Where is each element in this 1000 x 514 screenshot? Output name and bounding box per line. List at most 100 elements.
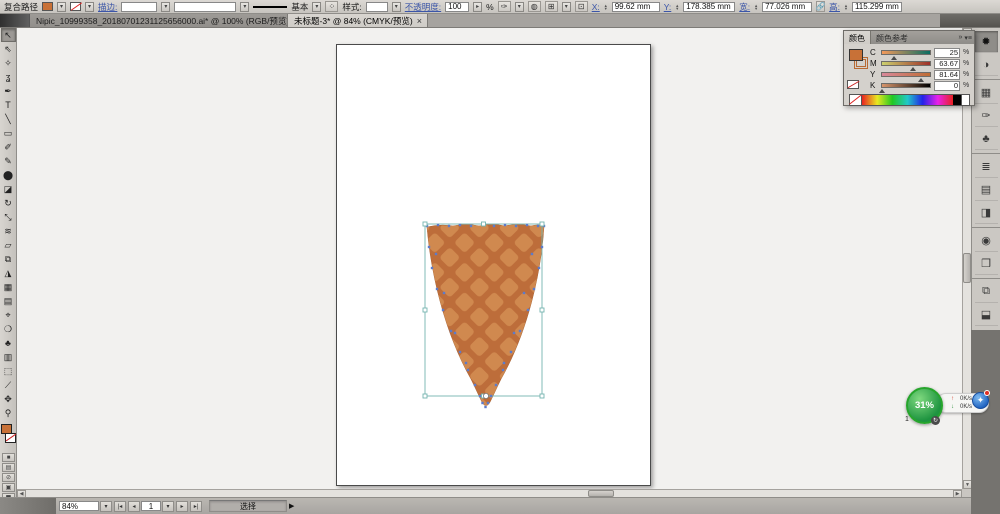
- stroke-weight-field[interactable]: [121, 1, 158, 12]
- zoom-tool-icon[interactable]: ⚲: [1, 406, 16, 420]
- width-tool-icon[interactable]: ≋: [1, 224, 16, 238]
- opacity-dropdown-icon[interactable]: ▸: [473, 1, 483, 12]
- artboard-dropdown-icon[interactable]: ▾: [162, 500, 174, 512]
- lasso-tool-icon[interactable]: ʓ: [1, 70, 16, 84]
- stroke-weight-dropdown-icon[interactable]: ▾: [161, 1, 171, 12]
- layers-panel-icon[interactable]: ⧉: [974, 281, 998, 303]
- magenta-value-field[interactable]: 63.67: [934, 58, 960, 69]
- spectrum-white-swatch[interactable]: [961, 95, 969, 105]
- spectrum-none-swatch[interactable]: [850, 95, 862, 105]
- magic-wand-tool-icon[interactable]: ✧: [1, 56, 16, 70]
- eraser-tool-icon[interactable]: ◪: [1, 182, 16, 196]
- cyan-slider[interactable]: [881, 50, 931, 60]
- yellow-slider[interactable]: [881, 72, 931, 82]
- cone-shape[interactable]: [426, 224, 545, 406]
- color-mode-button[interactable]: ■: [2, 453, 15, 462]
- symbol-sprayer-tool-icon[interactable]: ♣: [1, 336, 16, 350]
- horizontal-scrollbar[interactable]: ◀ ▶: [17, 489, 962, 498]
- color-guide-panel-icon[interactable]: ◑: [974, 54, 998, 76]
- type-tool-icon[interactable]: T: [1, 98, 16, 112]
- height-spinner[interactable]: ▲ ▼: [844, 3, 848, 10]
- graphic-styles-panel-icon[interactable]: ❒: [974, 253, 998, 275]
- artboard-tool-icon[interactable]: ⬚: [1, 364, 16, 378]
- waffle-cone-artwork[interactable]: [420, 213, 552, 415]
- next-artboard-icon[interactable]: ▸: [176, 500, 188, 512]
- free-transform-tool-icon[interactable]: ▱: [1, 238, 16, 252]
- color-panel-icon[interactable]: ✹: [974, 31, 998, 53]
- artboards-panel-icon[interactable]: ⬓: [974, 304, 998, 326]
- panel-collapse-icon[interactable]: »: [958, 34, 962, 41]
- canvas-pasteboard[interactable]: [17, 28, 962, 489]
- height-label[interactable]: 高:: [829, 1, 840, 13]
- width-profile-field[interactable]: [174, 1, 237, 12]
- swatches-panel-icon[interactable]: ▦: [974, 82, 998, 104]
- rotate-tool-icon[interactable]: ↻: [1, 196, 16, 210]
- line-segment-tool-icon[interactable]: ╲: [1, 112, 16, 126]
- fill-stroke-indicator[interactable]: [1, 424, 16, 450]
- gradient-panel-icon[interactable]: ▤: [974, 179, 998, 201]
- style-field[interactable]: [365, 1, 388, 12]
- gradient-tool-icon[interactable]: ▤: [1, 294, 16, 308]
- pen-tool-icon[interactable]: ✒: [1, 84, 16, 98]
- scale-tool-icon[interactable]: ⤡: [1, 210, 16, 224]
- prev-artboard-icon[interactable]: ◂: [128, 500, 140, 512]
- stroke-dropdown-icon[interactable]: ▾: [85, 1, 95, 12]
- transparency-panel-icon[interactable]: ◨: [974, 202, 998, 224]
- fill-swatch[interactable]: [42, 2, 54, 11]
- transform-icon[interactable]: ⊡: [574, 1, 588, 12]
- black-value-field[interactable]: 0: [934, 80, 960, 91]
- style-dropdown-icon[interactable]: ▾: [391, 1, 401, 12]
- none-mode-button[interactable]: ⊘: [2, 473, 15, 482]
- brushes-panel-icon[interactable]: ✑: [974, 105, 998, 127]
- zoom-dropdown-icon[interactable]: ▾: [100, 500, 112, 512]
- width-label[interactable]: 宽:: [739, 1, 750, 13]
- toolbar-stroke-swatch[interactable]: [5, 433, 16, 443]
- eyedropper-tool-icon[interactable]: ⌖: [1, 308, 16, 322]
- cyan-value-field[interactable]: 25: [934, 47, 960, 58]
- artboard-number-field[interactable]: 1: [141, 501, 161, 511]
- spectrum-black-swatch[interactable]: [953, 95, 961, 105]
- stroke-weight-label[interactable]: 描边:: [98, 1, 117, 13]
- height-field[interactable]: 115.299 mm: [851, 1, 902, 12]
- width-spinner[interactable]: ▲ ▼: [754, 3, 758, 10]
- speed-monitor-widget[interactable]: ↑ 0K/s ↓ 0K/s ✦ 31% 1 ↻: [903, 385, 998, 427]
- refresh-icon[interactable]: ↻: [931, 416, 940, 425]
- link-dimensions-icon[interactable]: 🔗: [816, 1, 826, 12]
- perspective-grid-tool-icon[interactable]: ◮: [1, 266, 16, 280]
- opacity-field[interactable]: 100: [445, 1, 470, 12]
- tab-color[interactable]: 颜色: [844, 31, 871, 44]
- color-spectrum-bar[interactable]: [849, 94, 970, 106]
- first-artboard-icon[interactable]: |◂: [114, 500, 126, 512]
- last-artboard-icon[interactable]: ▸|: [190, 500, 202, 512]
- recolor-artwork-icon[interactable]: ◍: [527, 1, 541, 12]
- tab-color-guide[interactable]: 颜色参考: [871, 31, 913, 44]
- none-color-icon[interactable]: [847, 80, 859, 89]
- graphic-style-icon[interactable]: ✑: [497, 1, 511, 12]
- brush-name[interactable]: 基本: [291, 1, 308, 13]
- stroke-panel-icon[interactable]: ≣: [974, 156, 998, 178]
- spectrum-ramp[interactable]: [862, 95, 953, 105]
- quick-apply-icon[interactable]: ⁘: [325, 1, 339, 12]
- column-graph-tool-icon[interactable]: ▥: [1, 350, 16, 364]
- pencil-tool-icon[interactable]: ✎: [1, 154, 16, 168]
- x-spinner[interactable]: ▲ ▼: [604, 3, 608, 10]
- align-icon[interactable]: ⊞: [544, 1, 558, 12]
- x-field[interactable]: 99.62 mm: [611, 1, 660, 12]
- document-tab-1[interactable]: Nipic_10999358_20180701231125656000.ai* …: [30, 14, 288, 27]
- brush-dropdown-icon[interactable]: ▾: [312, 1, 322, 12]
- slice-tool-icon[interactable]: ⟋: [1, 378, 16, 392]
- width-field[interactable]: 77.026 mm: [762, 1, 813, 12]
- gradient-mode-button[interactable]: ▤: [2, 463, 15, 472]
- drawing-mode-button[interactable]: ▣: [2, 483, 15, 492]
- graphic-style-dropdown-icon[interactable]: ▾: [514, 1, 524, 12]
- panel-fill-swatch[interactable]: [849, 49, 863, 61]
- appearance-panel-icon[interactable]: ◉: [974, 230, 998, 252]
- y-field[interactable]: 178.385 mm: [683, 1, 736, 12]
- blob-brush-tool-icon[interactable]: ⬤: [1, 168, 16, 182]
- width-profile-dropdown-icon[interactable]: ▾: [240, 1, 250, 12]
- direct-selection-tool-icon[interactable]: ⇖: [1, 42, 16, 56]
- document-tab-2-close-icon[interactable]: ×: [417, 16, 422, 25]
- panel-fill-stroke-indicator[interactable]: [849, 49, 869, 71]
- horizontal-scroll-thumb[interactable]: [588, 490, 614, 497]
- symbols-panel-icon[interactable]: ♣: [974, 128, 998, 150]
